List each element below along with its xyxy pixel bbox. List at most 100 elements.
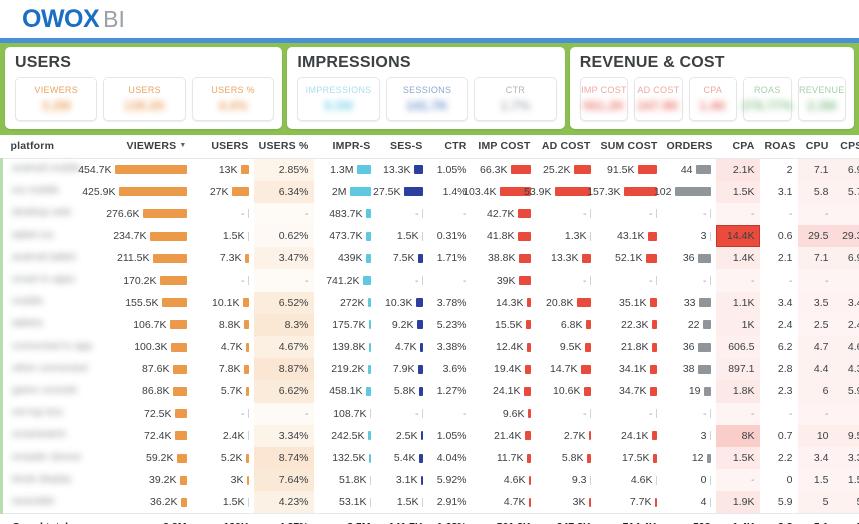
table-row[interactable]: other connected 87.6K 7.8K 8.87% 219.2K 7.9K 3… xyxy=(0,358,859,381)
cell-platform: desktop web xyxy=(0,202,114,226)
inline-bar-tick xyxy=(247,276,249,286)
column-header-sum-cost[interactable]: SUM COST xyxy=(595,135,662,159)
column-header-roas[interactable]: ROAS xyxy=(759,135,798,159)
table-row[interactable]: wearable 36.2K 1.5K 4.23% 53.1K 1.5K 2.91% 4.7K… xyxy=(0,491,859,514)
cell-ad-cost: - xyxy=(536,269,596,291)
sort-descending-icon[interactable]: ▼ xyxy=(179,142,186,149)
cell-value: 5.8 xyxy=(813,185,829,198)
bar-cell: 14.7K xyxy=(541,363,591,375)
column-header-label: SUM COST xyxy=(600,140,658,152)
table-row[interactable]: ereader device 59.2K 5.2K 8.74% 132.5K 5.4K 4.… xyxy=(0,446,859,470)
cell-ctr: 1.27% xyxy=(428,380,472,402)
column-header-ctr[interactable]: CTR xyxy=(427,135,472,159)
column-header-cpu[interactable]: CPU xyxy=(797,135,834,159)
cell-value: 741.2K xyxy=(326,274,360,287)
column-header-users[interactable]: USERS xyxy=(191,135,254,159)
cell-value: 9.3 xyxy=(571,474,587,487)
cell-users-pct: 8.74% xyxy=(253,446,314,470)
kpi-chip-value: 8.5M xyxy=(324,98,354,113)
cell-value: 59.2K xyxy=(146,452,174,465)
cell-cps: 6.9 xyxy=(833,247,859,270)
cell-cpa: 1K xyxy=(715,313,760,336)
cell-users: 1.5K xyxy=(192,491,254,513)
inline-bar xyxy=(179,475,187,485)
kpi-chip[interactable]: CPA 1.4K xyxy=(688,77,738,121)
inline-bar xyxy=(368,453,371,463)
kpi-chip[interactable]: IMPRESSIONS 8.5M xyxy=(297,77,380,121)
table-row[interactable]: mobile 155.5K 10.1K 6.52% 272K 10.3K 3.78% 14.3… xyxy=(0,291,859,314)
table-row[interactable]: tablet ios 234.7K 1.5K 0.62% 473.7K 1.5K 0.31%… xyxy=(0,225,859,248)
inline-bar xyxy=(172,364,187,374)
table-row[interactable]: set top box72.5K--108.7K--9.6K------- xyxy=(0,402,859,425)
table-row[interactable]: smart tv apps170.2K--741.2K--39K------- xyxy=(0,269,859,292)
grand-total-users-pct: 4.37% xyxy=(253,513,314,524)
cell-imp-cost: 14.3K xyxy=(472,292,536,314)
column-header-platform[interactable]: platform xyxy=(1,135,114,159)
next-page-icon[interactable]: › xyxy=(845,521,851,524)
column-header-imp-cost[interactable]: IMP COST xyxy=(471,135,536,159)
bar-cell: 24.1K xyxy=(477,385,531,397)
kpi-chip[interactable]: USERS % 4.4% xyxy=(191,77,275,121)
platform-label: connected tv app xyxy=(12,339,92,352)
bar-cell: 3K xyxy=(197,474,249,486)
table-row[interactable]: smartwatch 72.4K 2.4K 3.34% 242.5K 2.5K 1.05% 2… xyxy=(0,424,859,447)
inline-bar xyxy=(524,364,531,374)
table-row[interactable]: android tablet 211.5K 7.3K 3.47% 439K 7.5K 1.7… xyxy=(0,247,859,270)
cell-value: - xyxy=(751,207,755,220)
kpi-chip[interactable]: ROAS 276.77% xyxy=(742,77,793,121)
bar-cell: 11.7K xyxy=(477,452,531,464)
column-header-ses-s[interactable]: SES-S xyxy=(375,135,428,159)
column-header-cpa[interactable]: CPA xyxy=(715,135,760,159)
table-row[interactable]: android mobile 454.7K 13K 2.85% 1.3M 13.3K 1.0… xyxy=(0,158,859,181)
column-header-ad-cost[interactable]: AD COST xyxy=(535,135,596,159)
kpi-chip[interactable]: REVENUE 2.3M xyxy=(797,77,846,121)
grand-total-viewers: 3.2M xyxy=(113,513,192,524)
inline-bar-tick xyxy=(709,497,711,507)
kpi-chip[interactable]: SESSIONS 141.7K xyxy=(385,77,469,121)
column-header-users-[interactable]: USERS % xyxy=(253,135,314,159)
owox-bi-logo[interactable]: OWOX BI xyxy=(22,5,125,34)
cell-imp-cost: 4.7K xyxy=(472,491,536,513)
cell-sess: 7.5K xyxy=(376,247,428,269)
cell-sum-cost: - xyxy=(596,269,662,291)
table-row[interactable]: desktop web276.6K--483.7K--42.7K------- xyxy=(0,202,859,226)
table-row[interactable]: kiosk display 39.2K 3K 7.64% 51.8K 3.1K 5.92% 4… xyxy=(0,469,859,492)
cell-ctr: 3.78% xyxy=(428,292,472,314)
inline-bar xyxy=(526,453,531,463)
cell-value: 17.5K xyxy=(622,452,650,465)
table-row[interactable]: ios mobile 425.9K 27K 6.34% 2M 27.5K 1.4% 103.4… xyxy=(0,180,859,203)
bar-cell: 14.3K xyxy=(477,297,531,309)
cell-cpu: 5.8 xyxy=(797,180,834,203)
cell-roas: 2.8 xyxy=(760,358,798,380)
column-header-cps[interactable]: CPS xyxy=(833,135,859,159)
kpi-chip[interactable]: IMP COST 561.2K xyxy=(579,77,629,121)
kpi-chip-group: IMP COST 561.2K AD COST 247.8K CPA 1.4K ROAS 27… xyxy=(579,77,846,121)
cell-platform: wearable xyxy=(0,491,114,514)
logo-owox-text: OWOX xyxy=(22,4,100,33)
table-row[interactable]: game console 86.8K 5.7K 6.62% 458.1K 5.8K 1.27… xyxy=(0,380,859,403)
cell-value: 34.7K xyxy=(619,385,647,398)
inline-bar xyxy=(698,298,711,308)
cell-cps: 29.3 xyxy=(833,225,859,248)
table-row[interactable]: tablets 106.7K 8.8K 8.3% 175.7K 9.2K 5.23% 15.5… xyxy=(0,313,859,336)
bar-cell: 9.2K xyxy=(381,319,423,331)
bar-cell: 1.5K xyxy=(381,496,423,508)
table-row[interactable]: connected tv app 100.3K 4.7K 4.67% 139.8K 4.7… xyxy=(0,336,859,359)
bar-cell: 34.1K xyxy=(601,363,657,375)
cell-orders: 19 xyxy=(662,380,716,402)
column-header-orders[interactable]: ORDERS xyxy=(661,135,716,159)
cell-value: - xyxy=(415,407,419,420)
cell-value: - xyxy=(583,207,587,220)
cell-cpu: 5 xyxy=(797,491,834,513)
column-header-viewers[interactable]: VIEWERS ▼ xyxy=(113,135,192,159)
inline-bar xyxy=(244,253,249,263)
kpi-chip[interactable]: USERS 139.2K xyxy=(103,77,186,121)
cell-value: 2.1 xyxy=(777,252,793,265)
cell-value: 1.5 xyxy=(847,474,859,487)
cell-users: 13K xyxy=(192,159,254,181)
kpi-chip[interactable]: CTR 1.7% xyxy=(474,77,557,121)
cell-value: 0.6 xyxy=(777,230,793,243)
column-header-impr-s[interactable]: IMPR-S xyxy=(313,135,376,159)
kpi-chip[interactable]: AD COST 247.8K xyxy=(634,77,683,121)
kpi-chip[interactable]: VIEWERS 3.2M xyxy=(15,77,98,121)
